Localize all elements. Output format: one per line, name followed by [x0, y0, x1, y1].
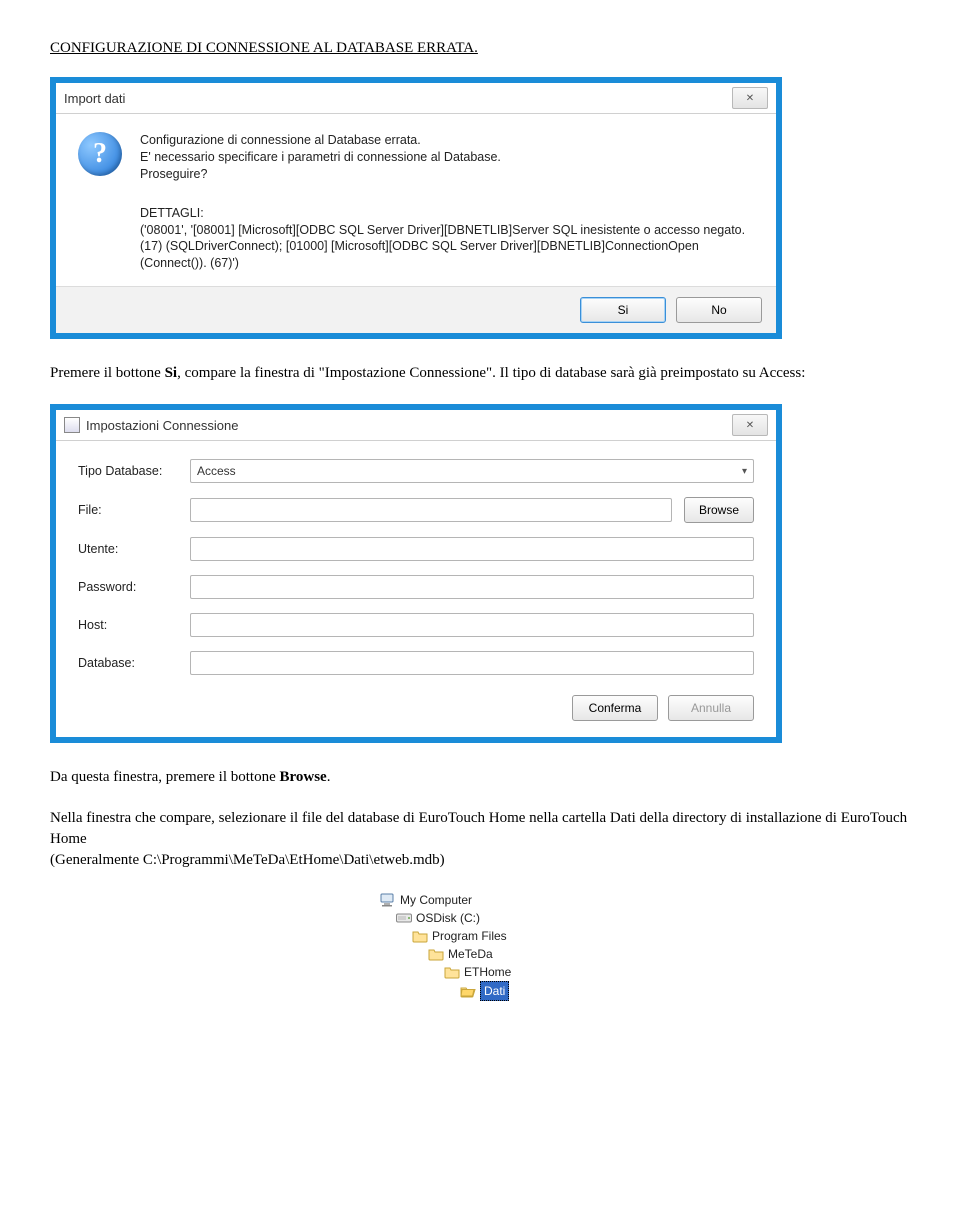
folder-open-icon: [460, 984, 476, 998]
dialog-impostazioni-connessione: Impostazioni Connessione ✕ Tipo Database…: [50, 404, 782, 743]
text: Nella finestra che compare, selezionare …: [50, 808, 910, 850]
label-password: Password:: [78, 580, 178, 594]
msg-line: Configurazione di connessione al Databas…: [140, 132, 501, 149]
host-input[interactable]: [190, 613, 754, 637]
text-bold: Si: [165, 365, 178, 381]
text: Premere il bottone: [50, 365, 165, 381]
cancel-button[interactable]: Annulla: [668, 695, 754, 721]
question-icon: ?: [78, 132, 122, 176]
text: .: [327, 769, 331, 785]
tree-node-program-files[interactable]: Program Files: [380, 927, 580, 945]
file-input[interactable]: [190, 498, 672, 522]
tree-node-meteda[interactable]: MeTeDa: [380, 945, 580, 963]
folder-icon: [412, 929, 428, 943]
label-utente: Utente:: [78, 542, 178, 556]
confirm-button[interactable]: Conferma: [572, 695, 658, 721]
folder-icon: [444, 965, 460, 979]
dialog-title: Impostazioni Connessione: [86, 418, 238, 433]
tipo-database-combo[interactable]: Access: [190, 459, 754, 483]
database-input[interactable]: [190, 651, 754, 675]
text: Da questa finestra, premere il bottone: [50, 769, 280, 785]
computer-icon: [380, 893, 396, 907]
paragraph: Premere il bottone Si, compare la finest…: [50, 363, 910, 384]
close-button[interactable]: ✕: [732, 414, 768, 436]
dialog-import-dati: Import dati ✕ ? Configurazione di connes…: [50, 77, 782, 339]
label-host: Host:: [78, 618, 178, 632]
label-tipo-database: Tipo Database:: [78, 464, 178, 478]
details-label: DETTAGLI:: [140, 205, 754, 222]
details-block: DETTAGLI: ('08001', '[08001] [Microsoft]…: [140, 205, 754, 273]
browse-button[interactable]: Browse: [684, 497, 754, 523]
tree-label: MeTeDa: [448, 945, 493, 963]
tree-node-ethome[interactable]: ETHome: [380, 963, 580, 981]
tree-label: OSDisk (C:): [416, 909, 480, 927]
label-file: File:: [78, 503, 178, 517]
message-text: Configurazione di connessione al Databas…: [140, 132, 501, 183]
paragraph: Nella finestra che compare, selezionare …: [50, 808, 910, 871]
text-bold: Browse: [280, 769, 327, 785]
dialog-titlebar: Impostazioni Connessione ✕: [56, 410, 776, 441]
tree-node-dati[interactable]: Dati: [380, 981, 580, 1001]
form-button-row: Conferma Annulla: [56, 689, 776, 737]
tree-node-osdisk[interactable]: OSDisk (C:): [380, 909, 580, 927]
close-button[interactable]: ✕: [732, 87, 768, 109]
paragraph: Da questa finestra, premere il bottone B…: [50, 767, 910, 788]
disk-icon: [396, 911, 412, 925]
folder-tree: My Computer OSDisk (C:) Program Files Me…: [380, 891, 580, 1001]
text: (Generalmente C:\Programmi\MeTeDa\EtHome…: [50, 850, 910, 871]
dialog-button-row: Si No: [56, 286, 776, 333]
close-icon: ✕: [746, 93, 754, 104]
tree-label: My Computer: [400, 891, 472, 909]
folder-icon: [428, 947, 444, 961]
details-body: ('08001', '[08001] [Microsoft][ODBC SQL …: [140, 222, 754, 273]
tree-label: Program Files: [432, 927, 507, 945]
combo-value: Access: [197, 464, 236, 478]
text: , compare la finestra di "Impostazione C…: [177, 365, 805, 381]
tree-label-selected: Dati: [480, 981, 509, 1001]
tree-label: ETHome: [464, 963, 511, 981]
password-input[interactable]: [190, 575, 754, 599]
tree-node-my-computer[interactable]: My Computer: [380, 891, 580, 909]
section-title: CONFIGURAZIONE DI CONNESSIONE AL DATABAS…: [50, 40, 910, 57]
msg-line: Proseguire?: [140, 166, 501, 183]
label-database: Database:: [78, 656, 178, 670]
yes-button[interactable]: Si: [580, 297, 666, 323]
dialog-title: Import dati: [64, 91, 125, 106]
utente-input[interactable]: [190, 537, 754, 561]
no-button[interactable]: No: [676, 297, 762, 323]
msg-line: E' necessario specificare i parametri di…: [140, 149, 501, 166]
close-icon: ✕: [746, 420, 754, 431]
app-icon: [64, 417, 80, 433]
dialog-titlebar: Import dati ✕: [56, 83, 776, 114]
